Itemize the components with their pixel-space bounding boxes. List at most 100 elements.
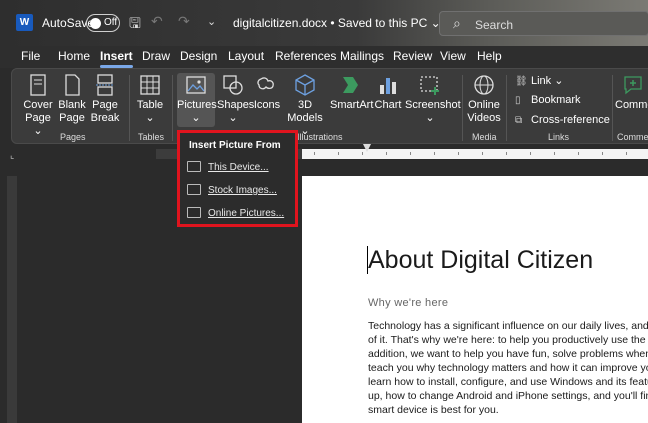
online-videos-button[interactable]: Online Videos xyxy=(466,73,502,125)
body-line: addition, we want to help you have fun, … xyxy=(368,348,648,360)
ruler-tick xyxy=(626,152,627,155)
pictures-icon xyxy=(186,76,206,94)
tab-layout[interactable]: Layout xyxy=(228,49,264,63)
undo-icon[interactable]: ↶ xyxy=(151,13,163,30)
screenshot-arrow: ⌄ xyxy=(425,112,435,124)
body-line: up, how to change Android and iPhone set… xyxy=(368,390,648,402)
group-separator xyxy=(172,75,173,141)
chart-label: Chart xyxy=(374,99,402,111)
ruler-tick xyxy=(602,152,603,155)
tab-view[interactable]: View xyxy=(440,49,466,63)
document-body[interactable]: Technology has a significant influence o… xyxy=(368,319,648,417)
group-separator xyxy=(612,75,613,141)
document-title[interactable]: digitalcitizen.docx • Saved to this PC ⌄ xyxy=(233,16,441,30)
cover-page-label-1: Cover xyxy=(23,99,53,111)
comment-icon xyxy=(624,76,642,95)
shapes-label: Shapes xyxy=(217,99,255,111)
bookmark-button[interactable]: ▯ Bookmark xyxy=(515,94,581,106)
icons-button[interactable]: Icons xyxy=(252,73,282,112)
online-pictures-icon xyxy=(187,207,201,218)
ruler-tick xyxy=(554,152,555,155)
body-line: teach you why technology matters and how… xyxy=(368,362,648,374)
cover-page-icon xyxy=(30,74,46,96)
3d-models-label-1: 3D xyxy=(297,99,313,111)
cross-reference-button[interactable]: ⧉ Cross-reference xyxy=(515,114,610,126)
screenshot-label: Screenshot xyxy=(405,99,461,111)
blank-page-label-1: Blank xyxy=(58,99,86,111)
ruler-tick xyxy=(338,152,339,155)
smartart-icon xyxy=(343,77,358,93)
screenshot-icon xyxy=(420,76,439,95)
cross-reference-icon: ⧉ xyxy=(515,115,523,126)
cover-page-button[interactable]: Cover Page ⌄ xyxy=(20,73,56,138)
ruler-tick xyxy=(482,152,483,155)
document-subheading[interactable]: Why we're here xyxy=(368,297,448,309)
blank-page-button[interactable]: Blank Page xyxy=(57,73,87,125)
word-logo-icon: W xyxy=(16,14,33,31)
group-separator xyxy=(129,75,130,141)
pictures-button[interactable]: Pictures ⌄ xyxy=(177,73,217,127)
autosave-state: Off xyxy=(104,17,118,28)
tab-file[interactable]: File xyxy=(21,49,40,63)
tab-references[interactable]: References xyxy=(275,49,336,63)
group-label-links: Links xyxy=(548,132,570,142)
tab-review[interactable]: Review xyxy=(393,49,432,63)
group-separator xyxy=(506,75,507,141)
tab-help[interactable]: Help xyxy=(477,49,502,63)
online-video-icon xyxy=(474,75,494,95)
dropdown-title: Insert Picture From xyxy=(189,140,281,151)
screenshot-button[interactable]: Screenshot ⌄ xyxy=(405,73,461,125)
group-label-media: Media xyxy=(472,132,497,142)
title-bar: W AutoSave Off 🖫 ↶ ↷ ⌄ digitalcitizen.do… xyxy=(0,0,648,46)
online-pictures-item[interactable]: Online Pictures... xyxy=(187,207,284,219)
autosave-toggle[interactable]: Off xyxy=(86,14,120,32)
horizontal-ruler[interactable] xyxy=(302,149,648,159)
table-button[interactable]: Table ⌄ xyxy=(134,73,166,125)
tab-home[interactable]: Home xyxy=(58,49,90,63)
ruler-tick xyxy=(506,152,507,155)
ruler-tick xyxy=(578,152,579,155)
search-input[interactable]: ⌕ Search xyxy=(439,11,648,36)
stock-images-icon xyxy=(187,184,201,195)
document-heading[interactable]: About Digital Citizen xyxy=(368,246,593,275)
tab-mailings[interactable]: Mailings xyxy=(340,49,384,63)
device-picture-icon xyxy=(187,161,201,172)
online-pictures-label: Online Pictures... xyxy=(208,208,285,219)
link-label: Link ⌄ xyxy=(531,75,564,87)
ruler-tick xyxy=(386,152,387,155)
link-button[interactable]: ⛓ Link ⌄ xyxy=(515,74,563,87)
cover-page-label-2: Page ⌄ xyxy=(25,112,51,137)
save-icon[interactable]: 🖫 xyxy=(129,13,141,37)
group-separator xyxy=(462,75,463,141)
body-line: of it. That's why we're here: to help yo… xyxy=(368,334,648,346)
insert-picture-dropdown: Insert Picture From This Device... Stock… xyxy=(177,130,298,227)
body-line: learn how to install, configure, and use… xyxy=(368,376,648,388)
stock-images-item[interactable]: Stock Images... xyxy=(187,184,277,196)
chart-button[interactable]: Chart xyxy=(374,73,402,112)
group-label-pages: Pages xyxy=(60,132,86,142)
document-page[interactable]: About Digital Citizen Why we're here Tec… xyxy=(302,176,648,423)
3d-models-button[interactable]: 3D Models ⌄ xyxy=(284,73,326,138)
comment-button[interactable]: Comme xyxy=(615,73,648,112)
customize-toolbar-icon[interactable]: ⌄ xyxy=(207,15,216,28)
vertical-ruler[interactable] xyxy=(7,176,17,423)
tab-selector-icon[interactable]: ⌞ xyxy=(10,150,14,161)
shapes-button[interactable]: Shapes ⌄ xyxy=(217,73,254,125)
stock-images-label: Stock Images... xyxy=(208,185,277,196)
smartart-button[interactable]: SmartArt xyxy=(330,73,373,112)
ruler-tick xyxy=(434,152,435,155)
chart-icon xyxy=(380,78,396,94)
page-break-label-1: Page xyxy=(92,99,118,111)
online-videos-label-1: Online xyxy=(468,99,500,111)
ruler-tick xyxy=(458,152,459,155)
redo-icon[interactable]: ↷ xyxy=(178,13,190,30)
tab-draw[interactable]: Draw xyxy=(142,49,170,63)
blank-page-label-2: Page xyxy=(59,112,85,124)
search-icon: ⌕ xyxy=(453,15,461,31)
tab-insert[interactable]: Insert xyxy=(100,49,133,68)
page-break-button[interactable]: Page Break xyxy=(90,73,120,125)
comment-label: Comme xyxy=(615,99,648,111)
this-device-item[interactable]: This Device... xyxy=(187,161,269,173)
pictures-arrow: ⌄ xyxy=(191,112,201,124)
tab-design[interactable]: Design xyxy=(180,49,217,63)
